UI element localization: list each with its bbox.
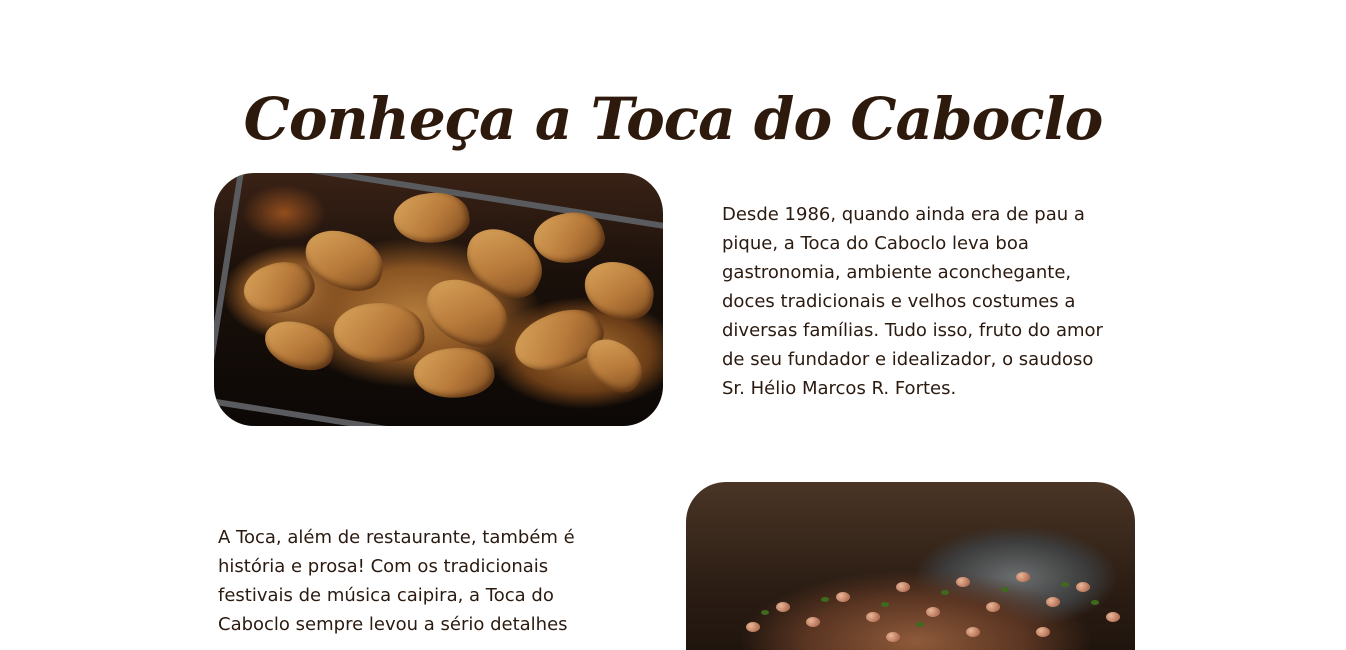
bean bbox=[806, 617, 820, 627]
bean bbox=[1016, 572, 1030, 582]
festival-paragraph: A Toca, além de restaurante, também é hi… bbox=[218, 527, 575, 635]
herb bbox=[1001, 587, 1009, 592]
bean bbox=[1046, 597, 1060, 607]
bean bbox=[956, 577, 970, 587]
bean bbox=[896, 582, 910, 592]
bean bbox=[1036, 627, 1050, 637]
herb bbox=[1061, 582, 1069, 587]
bean bbox=[1106, 612, 1120, 622]
bean bbox=[966, 627, 980, 637]
bean bbox=[986, 602, 1000, 612]
herb bbox=[821, 597, 829, 602]
herb bbox=[881, 602, 889, 607]
bean bbox=[776, 602, 790, 612]
history-paragraph: Desde 1986, quando ainda era de pau a pi… bbox=[722, 204, 1103, 399]
bean bbox=[866, 612, 880, 622]
bean bbox=[746, 622, 760, 632]
torresmo-photo bbox=[214, 173, 663, 426]
bean bbox=[926, 607, 940, 617]
herb bbox=[916, 622, 924, 627]
herb bbox=[941, 590, 949, 595]
herb bbox=[1091, 600, 1099, 605]
herb bbox=[761, 610, 769, 615]
bean bbox=[836, 592, 850, 602]
feijao-tropeiro-photo bbox=[686, 482, 1135, 650]
bean bbox=[886, 632, 900, 642]
bean bbox=[1076, 582, 1090, 592]
section-title: Conheça a Toca do Caboclo bbox=[243, 84, 1104, 153]
